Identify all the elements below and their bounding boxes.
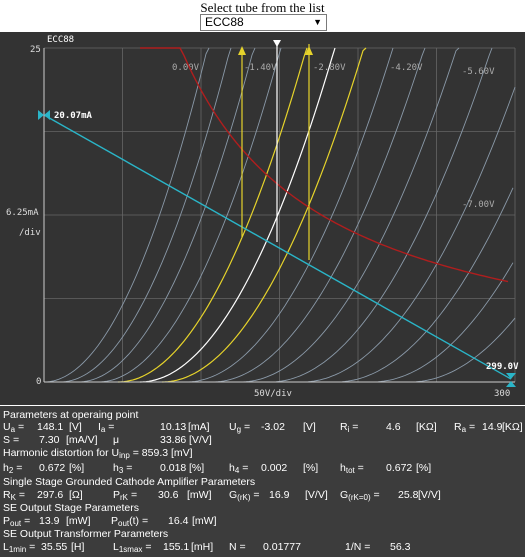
h3-unit: [%] xyxy=(189,462,205,474)
prk-value: 30.6 xyxy=(158,489,179,501)
poutt-unit: [mW] xyxy=(192,515,217,527)
tube-name-label: ECC88 xyxy=(47,35,74,45)
prk-unit: [mW] xyxy=(187,489,212,501)
inv-n-value: 56.3 xyxy=(390,541,411,553)
l1smax-value: 155.1 xyxy=(163,541,190,553)
grk0-unit: [V/V] xyxy=(418,489,441,501)
harmonic-title: Harmonic distortion for Uinp = 859.3 [mV… xyxy=(3,447,193,460)
grk0-label: G(rK=0) = xyxy=(340,489,380,502)
poutt-value: 16.4 xyxy=(168,515,189,527)
triangle-down-icon: ▼ xyxy=(313,17,322,27)
h2-value: 0.672 xyxy=(39,462,66,474)
grid-voltage-label: -7.00V xyxy=(462,200,495,210)
ra-unit: [KΩ] xyxy=(502,421,523,433)
htot-label: htot = xyxy=(340,462,364,475)
tube-select-dropdown[interactable]: ECC88 ▼ xyxy=(200,14,327,31)
h4-label: h4 = xyxy=(229,462,249,475)
ug-unit: [V] xyxy=(303,421,316,433)
grk-unit: [V/V] xyxy=(305,489,328,501)
select-tube-label: Select tube from the list xyxy=(200,0,325,15)
grk0-value: 25.8 xyxy=(398,489,419,501)
tube-select-value: ECC88 xyxy=(205,15,244,29)
h4-unit: [%] xyxy=(303,462,319,474)
l1min-unit: [H] xyxy=(71,541,85,553)
htot-unit: [%] xyxy=(416,462,432,474)
prk-label: PrK = xyxy=(113,489,138,502)
rk-label: RK = xyxy=(3,489,25,502)
s-unit: [mA/V] xyxy=(66,434,98,446)
grid-voltage-label: 0.00V xyxy=(172,63,200,73)
chart-canvas[interactable]: ECC88 0.00V -1.40V -2.80V -4.20V -5.60V -7.00… xyxy=(0,32,525,405)
pout-unit: [mW] xyxy=(66,515,91,527)
h3-value: 0.018 xyxy=(160,462,187,474)
grid-voltage-label: -1.40V xyxy=(244,63,277,73)
grk-label: G(rK) = xyxy=(229,489,260,502)
grid-voltage-label: -5.60V xyxy=(462,67,495,77)
htot-value: 0.672 xyxy=(386,462,413,474)
x-scale-label: 50V/div xyxy=(254,389,292,399)
rk-unit: [Ω] xyxy=(69,489,83,501)
section-single-stage: Single Stage Grounded Cathode Amplifier … xyxy=(3,476,256,488)
h2-unit: [%] xyxy=(69,462,85,474)
l1smax-unit: [mH] xyxy=(191,541,214,553)
ia-value: 10.13 xyxy=(160,421,187,433)
ia-label: Ia = xyxy=(98,421,115,434)
parameters-panel: Parameters at operaing point Ua = 148.1 … xyxy=(0,406,525,557)
ri-label: Ri = xyxy=(340,421,359,434)
rk-value: 297.6 xyxy=(37,489,64,501)
y-top-label: 25 xyxy=(30,45,41,55)
s-label: S = xyxy=(3,434,20,446)
section-operating-point: Parameters at operaing point xyxy=(3,409,139,421)
section-output-stage: SE Output Stage Parameters xyxy=(3,502,139,514)
ug-label: Ug = xyxy=(229,421,251,434)
pout-value: 13.9 xyxy=(39,515,60,527)
l1smax-label: L1smax = xyxy=(113,541,152,554)
ra-label: Ra = xyxy=(454,421,476,434)
inv-n-label: 1/N = xyxy=(345,541,371,553)
mu-value: 33.86 xyxy=(160,434,187,446)
ua-label: Ua = xyxy=(3,421,25,434)
ia-marker-label: 20.07mA xyxy=(54,111,93,121)
y-zero-label: 0 xyxy=(36,377,41,387)
mu-label: μ xyxy=(113,434,120,446)
l1min-value: 35.55 xyxy=(41,541,68,553)
grid-voltage-label: -4.20V xyxy=(390,63,423,73)
h4-value: 0.002 xyxy=(261,462,288,474)
ua-unit: [V] xyxy=(69,421,82,433)
y-div-label: /div xyxy=(19,228,41,238)
ra-value: 14.9 xyxy=(482,421,503,433)
x-max-label: 300 xyxy=(494,389,510,399)
mu-unit: [V/V] xyxy=(189,434,212,446)
ua-value: 148.1 xyxy=(37,421,64,433)
ri-unit: [KΩ] xyxy=(416,421,437,433)
grk-value: 16.9 xyxy=(269,489,290,501)
n-label: N = xyxy=(229,541,246,553)
y-scale-label: 6.25mA xyxy=(6,208,39,218)
plate-characteristic-chart[interactable]: ECC88 0.00V -1.40V -2.80V -4.20V -5.60V -7.00… xyxy=(0,32,525,405)
poutt-label: Pout(t) = xyxy=(111,515,149,528)
h2-label: h2 = xyxy=(3,462,23,475)
l1min-label: L1min = xyxy=(3,541,36,554)
ua-marker-label: 299.0V xyxy=(486,362,519,372)
section-transformer: SE Output Transformer Parameters xyxy=(3,528,169,540)
s-value: 7.30 xyxy=(39,434,60,446)
ia-unit: [mA] xyxy=(188,421,210,433)
ri-value: 4.6 xyxy=(386,421,401,433)
pout-label: Pout = xyxy=(3,515,31,528)
grid-voltage-label: -2.80V xyxy=(313,63,346,73)
h3-label: h3 = xyxy=(113,462,133,475)
ug-value: -3.02 xyxy=(261,421,285,433)
n-value: 0.01777 xyxy=(263,541,301,553)
